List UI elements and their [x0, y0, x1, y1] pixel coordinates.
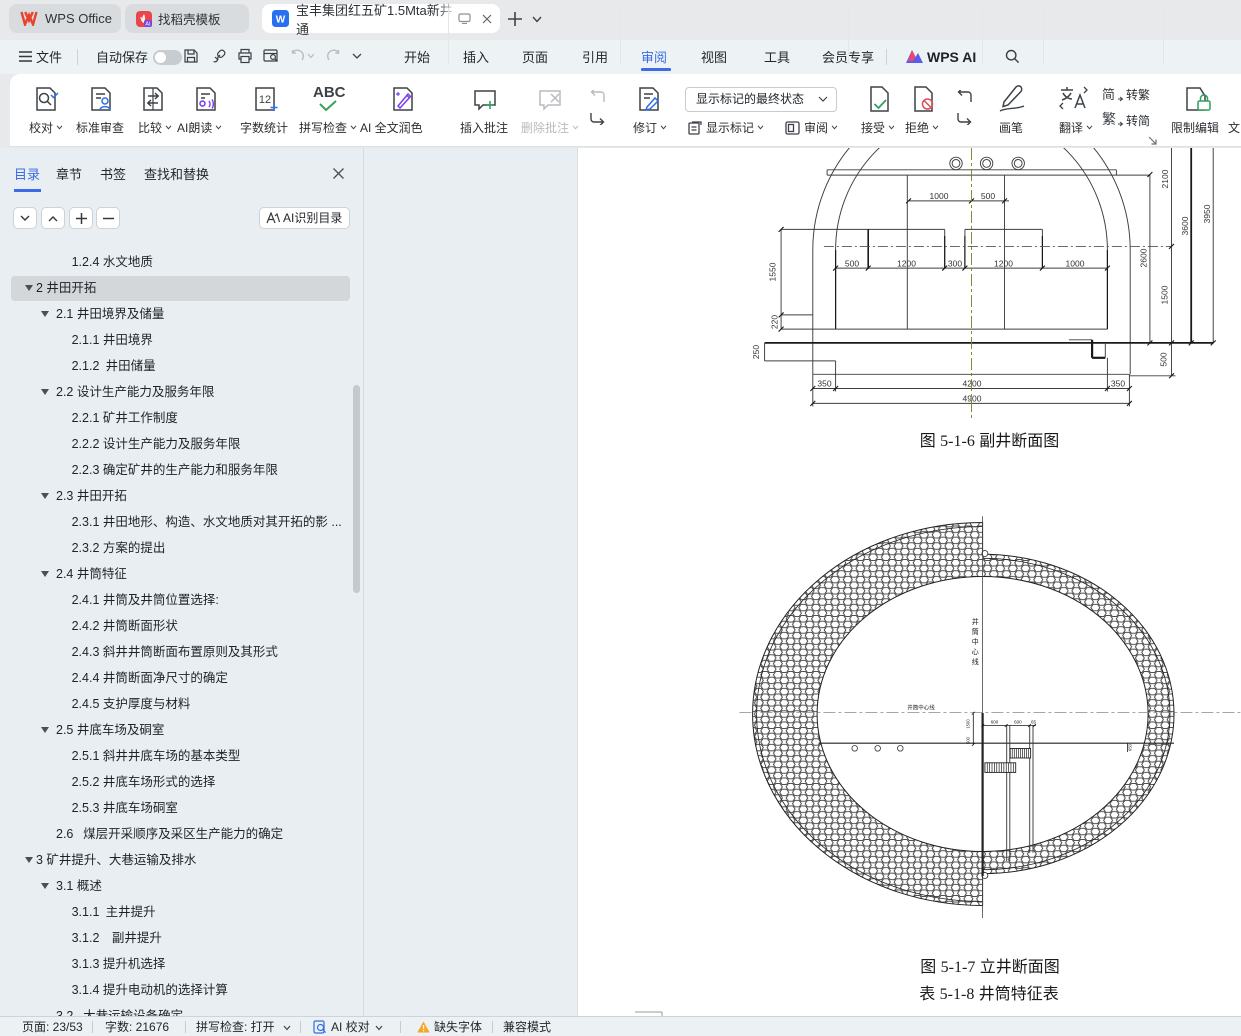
svg-text:12: 12	[259, 94, 271, 106]
svg-text:繁: 繁	[1102, 111, 1116, 127]
svg-text:简: 简	[1102, 87, 1115, 102]
svg-text:W: W	[276, 15, 286, 26]
svg-text:AI: AI	[145, 21, 151, 27]
